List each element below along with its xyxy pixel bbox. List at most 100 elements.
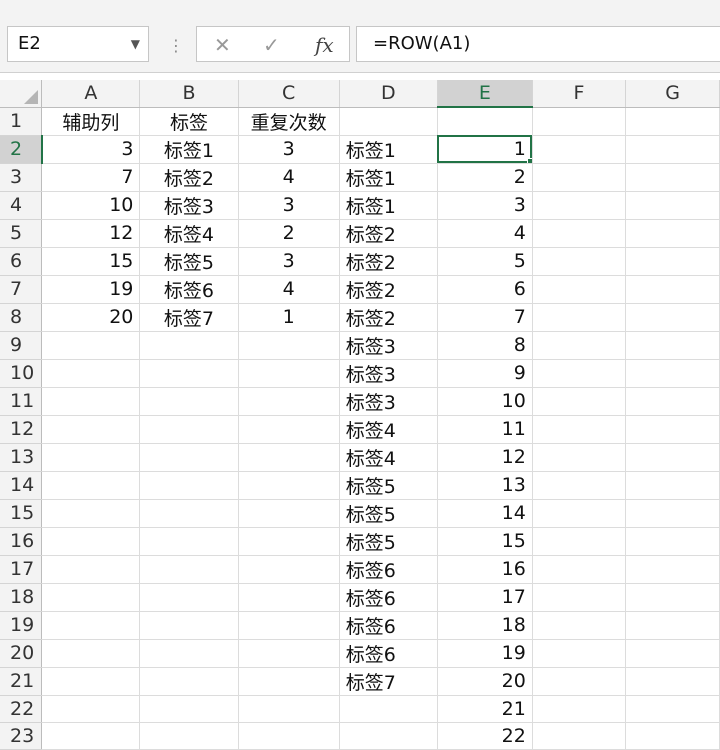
cell-b17[interactable]: [139, 555, 239, 584]
cell-f1[interactable]: [532, 107, 627, 136]
cell-g8[interactable]: [625, 303, 720, 332]
cell-e6[interactable]: 5: [437, 247, 533, 276]
cell-c9[interactable]: [238, 331, 340, 360]
column-header-e[interactable]: E: [437, 80, 533, 108]
cell-c21[interactable]: [238, 667, 340, 696]
cell-e2[interactable]: 1: [437, 135, 533, 164]
cell-d21[interactable]: 标签7: [339, 667, 438, 696]
cell-a20[interactable]: [41, 639, 141, 668]
row-header[interactable]: 14: [0, 471, 43, 500]
column-header-d[interactable]: D: [339, 80, 438, 108]
cell-f4[interactable]: [532, 191, 627, 220]
cell-e5[interactable]: 4: [437, 219, 533, 248]
cell-f8[interactable]: [532, 303, 627, 332]
row-header[interactable]: 8: [0, 303, 43, 332]
cell-e1[interactable]: [437, 107, 533, 136]
cell-e9[interactable]: 8: [437, 331, 533, 360]
row-header[interactable]: 21: [0, 667, 43, 696]
cell-c8[interactable]: 1: [238, 303, 340, 332]
cell-g10[interactable]: [625, 359, 720, 388]
row-header[interactable]: 22: [0, 695, 43, 723]
cell-d1[interactable]: [339, 107, 438, 136]
cell-d17[interactable]: 标签6: [339, 555, 438, 584]
cell-g5[interactable]: [625, 219, 720, 248]
cell-e7[interactable]: 6: [437, 275, 533, 304]
cell-g15[interactable]: [625, 499, 720, 528]
row-header[interactable]: 2: [0, 135, 43, 164]
cell-c2[interactable]: 3: [238, 135, 340, 164]
column-header-b[interactable]: B: [139, 80, 239, 108]
cell-c20[interactable]: [238, 639, 340, 668]
cell-f16[interactable]: [532, 527, 627, 556]
cell-f21[interactable]: [532, 667, 627, 696]
cell-a4[interactable]: 10: [41, 191, 141, 220]
cell-d10[interactable]: 标签3: [339, 359, 438, 388]
cell-c5[interactable]: 2: [238, 219, 340, 248]
cell-c1[interactable]: 重复次数: [238, 107, 340, 136]
row-header[interactable]: 6: [0, 247, 43, 276]
cell-d19[interactable]: 标签6: [339, 611, 438, 640]
cell-b1[interactable]: 标签: [139, 107, 239, 136]
cell-b23[interactable]: [139, 722, 239, 750]
cell-g3[interactable]: [625, 163, 720, 192]
cell-b4[interactable]: 标签3: [139, 191, 239, 220]
cell-c6[interactable]: 3: [238, 247, 340, 276]
cell-e21[interactable]: 20: [437, 667, 533, 696]
cell-b2[interactable]: 标签1: [139, 135, 239, 164]
chevron-down-icon[interactable]: ▼: [131, 27, 140, 61]
cell-a9[interactable]: [41, 331, 141, 360]
row-header[interactable]: 4: [0, 191, 43, 220]
cell-f6[interactable]: [532, 247, 627, 276]
cell-c19[interactable]: [238, 611, 340, 640]
formula-input[interactable]: =ROW(A1): [356, 26, 720, 62]
cell-b6[interactable]: 标签5: [139, 247, 239, 276]
fill-handle[interactable]: [526, 157, 532, 162]
cell-f22[interactable]: [532, 695, 627, 723]
cell-a21[interactable]: [41, 667, 141, 696]
cell-c13[interactable]: [238, 443, 340, 472]
cell-f17[interactable]: [532, 555, 627, 584]
row-header[interactable]: 16: [0, 527, 43, 556]
cell-a10[interactable]: [41, 359, 141, 388]
cell-b18[interactable]: [139, 583, 239, 612]
cell-c23[interactable]: [238, 722, 340, 750]
cell-b11[interactable]: [139, 387, 239, 416]
cell-a15[interactable]: [41, 499, 141, 528]
cell-e19[interactable]: 18: [437, 611, 533, 640]
cell-c16[interactable]: [238, 527, 340, 556]
cell-b3[interactable]: 标签2: [139, 163, 239, 192]
cell-g2[interactable]: [625, 135, 720, 164]
cell-a13[interactable]: [41, 443, 141, 472]
cell-b14[interactable]: [139, 471, 239, 500]
cell-a3[interactable]: 7: [41, 163, 141, 192]
cell-d6[interactable]: 标签2: [339, 247, 438, 276]
cell-b13[interactable]: [139, 443, 239, 472]
cell-e16[interactable]: 15: [437, 527, 533, 556]
cell-d16[interactable]: 标签5: [339, 527, 438, 556]
row-header[interactable]: 7: [0, 275, 43, 304]
cell-c15[interactable]: [238, 499, 340, 528]
cell-f9[interactable]: [532, 331, 627, 360]
cell-f2[interactable]: [532, 135, 627, 164]
cell-b5[interactable]: 标签4: [139, 219, 239, 248]
cell-e11[interactable]: 10: [437, 387, 533, 416]
cell-e15[interactable]: 14: [437, 499, 533, 528]
cell-g12[interactable]: [625, 415, 720, 444]
cell-g21[interactable]: [625, 667, 720, 696]
cell-g11[interactable]: [625, 387, 720, 416]
cell-d23[interactable]: [339, 722, 438, 750]
cell-g17[interactable]: [625, 555, 720, 584]
cell-a5[interactable]: 12: [41, 219, 141, 248]
row-header[interactable]: 20: [0, 639, 43, 668]
cell-b7[interactable]: 标签6: [139, 275, 239, 304]
cell-d22[interactable]: [339, 695, 438, 723]
cell-b8[interactable]: 标签7: [139, 303, 239, 332]
cell-a17[interactable]: [41, 555, 141, 584]
cell-c17[interactable]: [238, 555, 340, 584]
row-header[interactable]: 23: [0, 722, 43, 750]
cell-d2[interactable]: 标签1: [339, 135, 438, 164]
cell-a6[interactable]: 15: [41, 247, 141, 276]
select-all-corner[interactable]: [0, 80, 43, 108]
fx-icon[interactable]: fx: [315, 33, 334, 57]
cell-b10[interactable]: [139, 359, 239, 388]
